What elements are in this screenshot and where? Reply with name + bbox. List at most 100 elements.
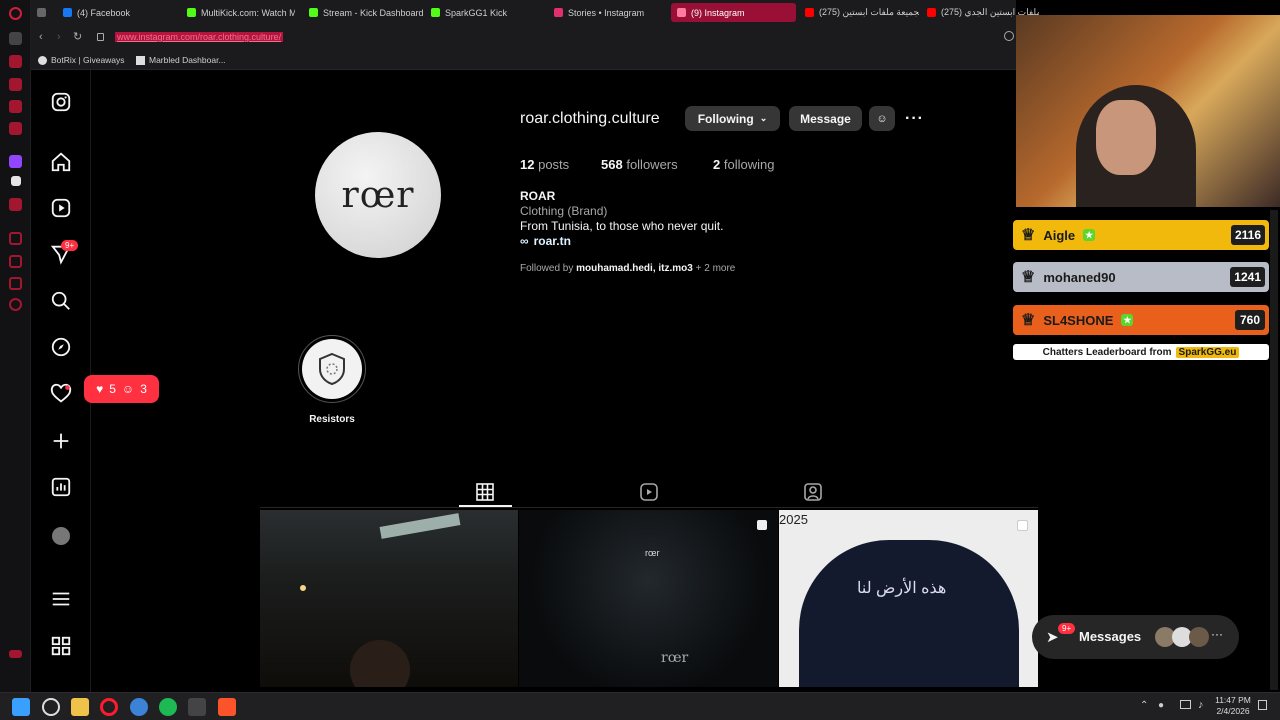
- profile-link[interactable]: ∞ roar.tn: [520, 234, 571, 248]
- chevron-down-icon: ⌄: [759, 113, 768, 123]
- bookmark-marbled[interactable]: Marbled Dashboar...: [136, 55, 226, 65]
- hamburger-menu-icon[interactable]: [50, 588, 72, 610]
- extension-icon[interactable]: [9, 78, 22, 91]
- bookmark-botrix[interactable]: BotRix | Giveaways: [38, 55, 125, 65]
- tab-bar: (4) Facebook MultiKick.com: Watch M Stre…: [31, 0, 1039, 26]
- volume-icon[interactable]: ♪: [1198, 699, 1204, 711]
- post-tile[interactable]: [260, 510, 518, 687]
- messages-label: Messages: [1079, 629, 1142, 644]
- back-icon[interactable]: ‹: [39, 31, 43, 43]
- youtube-icon: [927, 8, 936, 17]
- message-button[interactable]: Message: [789, 106, 862, 131]
- search-icon[interactable]: [42, 698, 60, 716]
- microphone-icon[interactable]: ●: [1158, 700, 1164, 711]
- tab-kick-dashboard[interactable]: Stream - Kick Dashboard: [303, 3, 423, 22]
- aria-icon[interactable]: [9, 55, 22, 68]
- scrollbar[interactable]: [1270, 210, 1278, 690]
- activity-popup[interactable]: ♥ 5 ☺ 3: [84, 375, 159, 403]
- more-icon: ···: [1211, 627, 1223, 641]
- reels-tab-icon[interactable]: [640, 483, 658, 501]
- instagram-nav: 9+ ♥ 5 ☺ 3: [31, 70, 159, 692]
- forward-icon[interactable]: ›: [57, 31, 61, 43]
- profile-username: roar.clothing.culture: [520, 110, 660, 127]
- tab-multikick[interactable]: MultiKick.com: Watch M: [181, 3, 295, 22]
- settings-icon[interactable]: [9, 298, 22, 311]
- downloads-icon[interactable]: [9, 277, 22, 290]
- messages-pill[interactable]: ➤ 9+ Messages ···: [1032, 615, 1239, 659]
- tagged-tab-icon[interactable]: [804, 483, 822, 501]
- twitch-icon[interactable]: [9, 155, 22, 168]
- profile-picture[interactable]: rœr: [315, 132, 441, 258]
- followed-by[interactable]: Followed by mouhamad.hedi, itz.mo3 + 2 m…: [520, 263, 735, 274]
- spotify-icon[interactable]: [159, 698, 177, 716]
- leaderboard-row: ♕ mohaned90 1241: [1013, 262, 1269, 292]
- leaderboard-row: ♕ Aigle ★ 2116: [1013, 220, 1269, 250]
- gx-icon[interactable]: [9, 650, 22, 658]
- app-icon[interactable]: [130, 698, 148, 716]
- history-icon[interactable]: [9, 232, 22, 245]
- person-icon: ☺: [121, 382, 135, 396]
- clock-icon[interactable]: [9, 255, 22, 268]
- reels-icon[interactable]: [50, 197, 72, 219]
- create-plus-icon[interactable]: [50, 430, 72, 452]
- file-explorer-icon[interactable]: [71, 698, 89, 716]
- highlight-resistors[interactable]: [298, 335, 366, 403]
- zoom-icon[interactable]: [1004, 31, 1014, 41]
- dashboard-icon[interactable]: [50, 476, 72, 498]
- profile-avatar[interactable]: [52, 527, 70, 545]
- clock[interactable]: 11:47 PM 2/4/2026: [1212, 695, 1254, 717]
- windows-start-icon[interactable]: [12, 698, 30, 716]
- x-icon[interactable]: [11, 176, 21, 186]
- post-tile[interactable]: 2025 هذه الأرض لنا: [779, 510, 1038, 687]
- tab-menu-icon[interactable]: [31, 3, 51, 22]
- address-bar: ‹ › ↻ www.instagram.com/roar.clothing.cu…: [31, 26, 1016, 50]
- music-icon[interactable]: [9, 198, 22, 211]
- apps-icon[interactable]: [50, 635, 72, 657]
- network-icon[interactable]: [1180, 700, 1191, 709]
- following-stat[interactable]: 2 following: [713, 157, 774, 172]
- heart-filled-icon: ♥: [96, 382, 104, 396]
- instagram-logo-icon[interactable]: [50, 91, 72, 113]
- app-icon[interactable]: [188, 698, 206, 716]
- following-button[interactable]: Following ⌄: [685, 106, 780, 131]
- explore-icon[interactable]: [50, 336, 72, 358]
- brave-icon[interactable]: [218, 698, 236, 716]
- messenger-icon[interactable]: [9, 100, 22, 113]
- tab-instagram-stories[interactable]: Stories • Instagram: [548, 3, 668, 22]
- heart-icon[interactable]: [50, 383, 72, 405]
- tab-youtube-1[interactable]: (275) تجميعة ملفات ابستين: [799, 3, 919, 22]
- grid-tab-icon[interactable]: [476, 483, 494, 501]
- notifications-icon[interactable]: [1258, 700, 1267, 710]
- direct-icon: ➤: [1046, 629, 1059, 646]
- opera-gx-icon[interactable]: [100, 698, 118, 716]
- url-field[interactable]: www.instagram.com/roar.clothing.culture/: [115, 32, 284, 42]
- tab-sparkgg1-kick[interactable]: SparkGG1 Kick: [425, 3, 545, 22]
- profile-display-name: ROAR: [520, 189, 556, 203]
- kick-icon: [431, 8, 440, 17]
- messages-badge: 9+: [1058, 623, 1076, 634]
- lock-icon: [97, 33, 104, 41]
- followers-stat[interactable]: 568 followers: [601, 157, 678, 172]
- search-icon[interactable]: [50, 290, 72, 312]
- tab-facebook[interactable]: (4) Facebook: [57, 3, 177, 22]
- tab-instagram-active[interactable]: (9) Instagram: [671, 3, 796, 22]
- botrix-icon: [38, 55, 47, 65]
- reload-icon[interactable]: [9, 32, 22, 45]
- tabs-divider: [260, 507, 1038, 508]
- reel-icon: [1017, 520, 1028, 531]
- tray-chevron-icon[interactable]: ⌃: [1140, 700, 1148, 711]
- opera-logo-icon[interactable]: [9, 7, 22, 20]
- suggest-follow-button[interactable]: ☺: [869, 106, 895, 131]
- post-tile[interactable]: rœr rœr: [519, 510, 778, 687]
- webcam-overlay: [1016, 15, 1280, 207]
- home-icon[interactable]: [50, 151, 72, 173]
- highlight-label: Resistors: [309, 414, 355, 425]
- crown-icon: ♕: [1021, 227, 1036, 244]
- kick-icon: [309, 8, 318, 17]
- reload-icon[interactable]: ↻: [73, 30, 82, 43]
- active-tab-indicator: [459, 505, 512, 507]
- more-options-icon[interactable]: ···: [905, 110, 924, 128]
- star-badge-icon: ★: [1121, 314, 1134, 326]
- bookmarks-bar: BotRix | Giveaways Marbled Dashboar...: [31, 50, 1016, 70]
- gmail-icon[interactable]: [9, 122, 22, 135]
